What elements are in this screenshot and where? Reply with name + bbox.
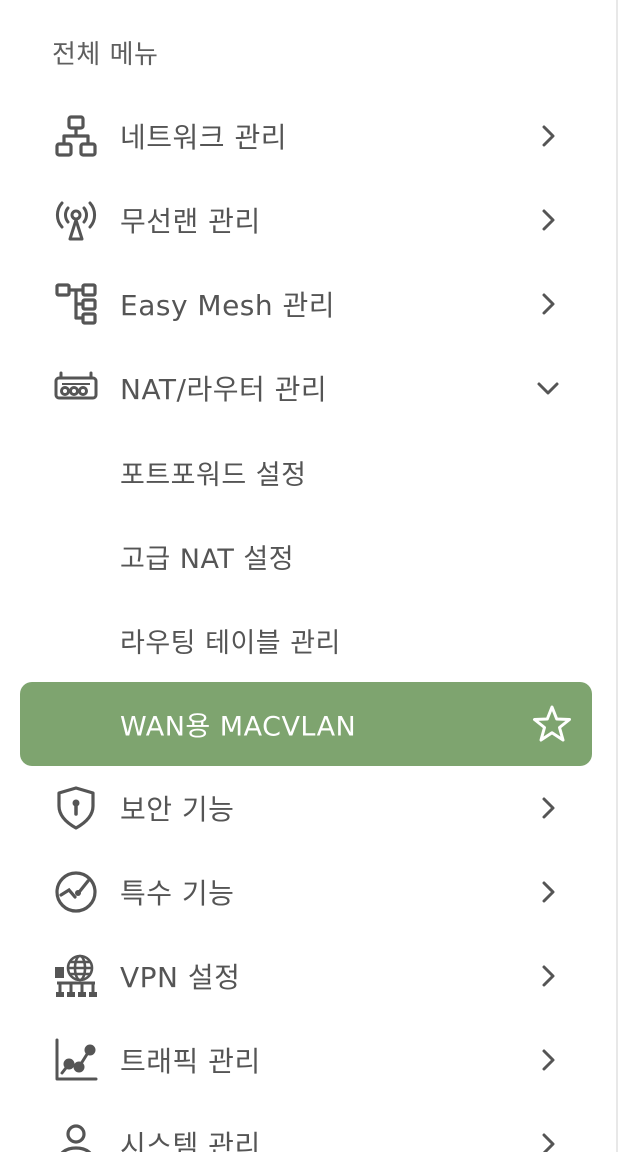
menu-item-system[interactable]: 시스템 관리 <box>0 1102 616 1152</box>
menu-item-label: NAT/라우터 관리 <box>120 373 328 406</box>
menu-item-vpn[interactable]: VPN 설정 <box>0 934 616 1018</box>
traffic-chart-icon <box>52 1036 100 1084</box>
chevron-right-icon <box>536 208 560 232</box>
submenu-item-routing-table[interactable]: 라우팅 테이블 관리 <box>0 598 616 682</box>
side-menu-panel: 전체 메뉴 네트워크 관리 무선랜 관리 Easy Mesh 관리 NAT/라우… <box>0 0 618 1152</box>
menu-item-label: Easy Mesh 관리 <box>120 289 336 322</box>
chevron-right-icon <box>536 964 560 988</box>
menu-item-special[interactable]: 특수 기능 <box>0 850 616 934</box>
submenu-item-advanced-nat[interactable]: 고급 NAT 설정 <box>0 514 616 598</box>
network-icon <box>52 112 100 160</box>
chevron-right-icon <box>536 1048 560 1072</box>
menu-item-label: 특수 기능 <box>120 877 235 910</box>
chevron-right-icon <box>536 124 560 148</box>
star-outline-icon[interactable] <box>532 704 572 744</box>
menu-item-label: VPN 설정 <box>120 961 241 994</box>
menu-title: 전체 메뉴 <box>52 40 159 70</box>
submenu-item-wan-macvlan-row: WAN용 MACVLAN <box>0 682 616 766</box>
menu-item-network[interactable]: 네트워크 관리 <box>0 94 616 178</box>
menu-item-nat-router[interactable]: NAT/라우터 관리 <box>0 346 616 430</box>
chevron-right-icon <box>536 796 560 820</box>
menu-list: 네트워크 관리 무선랜 관리 Easy Mesh 관리 NAT/라우터 관리 포… <box>0 94 616 1152</box>
menu-item-security[interactable]: 보안 기능 <box>0 766 616 850</box>
chevron-right-icon <box>536 1132 560 1152</box>
chevron-down-icon <box>536 376 560 400</box>
submenu-item-label: 라우팅 테이블 관리 <box>120 627 341 659</box>
shield-lock-icon <box>52 784 100 832</box>
router-icon <box>52 364 100 412</box>
menu-item-wireless[interactable]: 무선랜 관리 <box>0 178 616 262</box>
submenu-item-label: WAN용 MACVLAN <box>120 711 357 743</box>
menu-item-label: 무선랜 관리 <box>120 205 261 238</box>
mesh-tree-icon <box>52 280 100 328</box>
menu-item-label: 보안 기능 <box>120 793 235 826</box>
menu-item-label: 트래픽 관리 <box>120 1045 261 1078</box>
chevron-right-icon <box>536 292 560 316</box>
vpn-globe-icon <box>52 952 100 1000</box>
chevron-right-icon <box>536 880 560 904</box>
wireless-antenna-icon <box>52 196 100 244</box>
special-function-icon <box>52 868 100 916</box>
submenu-item-port-forward[interactable]: 포트포워드 설정 <box>0 430 616 514</box>
menu-item-traffic[interactable]: 트래픽 관리 <box>0 1018 616 1102</box>
submenu-item-label: 포트포워드 설정 <box>120 459 307 491</box>
menu-item-label: 네트워크 관리 <box>120 121 287 154</box>
submenu-item-wan-macvlan[interactable]: WAN용 MACVLAN <box>20 682 592 766</box>
system-user-icon <box>52 1120 100 1152</box>
menu-item-easy-mesh[interactable]: Easy Mesh 관리 <box>0 262 616 346</box>
submenu-item-label: 고급 NAT 설정 <box>120 543 295 575</box>
menu-item-label: 시스템 관리 <box>120 1129 261 1152</box>
